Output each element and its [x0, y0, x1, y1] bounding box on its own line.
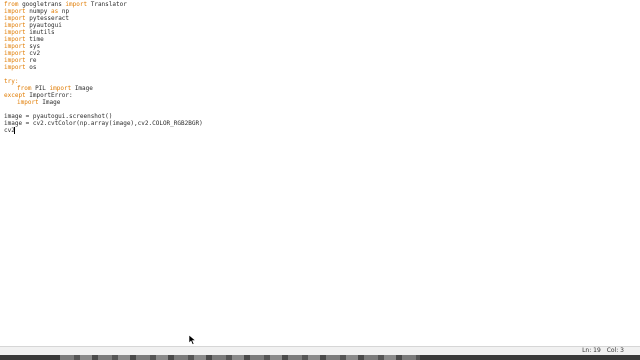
code-text: cv2: [25, 50, 41, 57]
status-bar: Ln: 19 Col: 3: [0, 346, 640, 355]
code-text: image = pyautogui.screenshot(): [4, 113, 113, 120]
code-text: ImportError:: [25, 92, 73, 99]
code-line: image = cv2.cvtColor(np.array(image),cv2…: [4, 120, 203, 127]
code-line: import Image: [17, 99, 60, 106]
code-text: Image: [71, 85, 93, 92]
code-line: import imutils: [4, 29, 55, 36]
code-line: import pyautogui: [4, 22, 62, 29]
keyword: import: [4, 50, 26, 57]
keyword: import: [49, 85, 72, 92]
code-text: os: [25, 64, 37, 71]
code-line: from googletrans import Translator: [4, 1, 127, 8]
code-text: pyautogui: [25, 22, 62, 29]
code-text: sys: [25, 43, 41, 50]
code-text: time: [25, 36, 44, 43]
keyword: import: [4, 15, 26, 22]
code-editor[interactable]: from googletrans import Translator impor…: [0, 0, 640, 346]
keyword: try:: [4, 78, 19, 85]
keyword: import: [4, 64, 26, 71]
code-text: pytesseract: [25, 15, 70, 22]
code-line: try:: [4, 78, 18, 85]
keyword: import: [4, 36, 26, 43]
code-line: import os: [4, 64, 37, 71]
keyword: import: [4, 8, 26, 15]
keyword: import: [4, 57, 26, 64]
code-text: re: [25, 57, 37, 64]
code-text: PIL: [31, 85, 50, 92]
keyword: import: [4, 29, 26, 36]
keyword: import: [4, 22, 26, 29]
text-cursor: [14, 127, 15, 134]
code-line: image = pyautogui.screenshot(): [4, 113, 112, 120]
code-text: np: [58, 8, 70, 15]
code-line: import time: [4, 36, 44, 43]
code-line: import re: [4, 57, 37, 64]
code-line: from PIL import Image: [17, 85, 93, 92]
code-line: import sys: [4, 43, 40, 50]
keyword: import: [65, 1, 88, 8]
keyword: from: [17, 85, 32, 92]
keyword: except: [4, 92, 26, 99]
code-line: import pytesseract: [4, 15, 69, 22]
code-text: Translator: [87, 1, 127, 8]
code-line: import numpy as np: [4, 8, 69, 15]
keyword: import: [17, 99, 39, 106]
column-number: Col: 3: [606, 347, 624, 354]
code-text: imutils: [25, 29, 55, 36]
code-text: googletrans: [18, 1, 66, 8]
code-text: image = cv2.cvtColor(np.array(image),cv2…: [4, 120, 203, 127]
keyword: from: [4, 1, 19, 8]
code-text: Image: [38, 99, 61, 106]
code-line: import cv2: [4, 50, 40, 57]
code-line: except ImportError:: [4, 92, 73, 99]
code-text: numpy: [25, 8, 51, 15]
dock-icons[interactable]: [60, 355, 420, 360]
line-number: Ln: 19: [582, 347, 601, 354]
keyword: import: [4, 43, 26, 50]
mouse-pointer-icon: [189, 335, 197, 345]
cursor-position: Ln: 19 Col: 3: [578, 347, 624, 355]
